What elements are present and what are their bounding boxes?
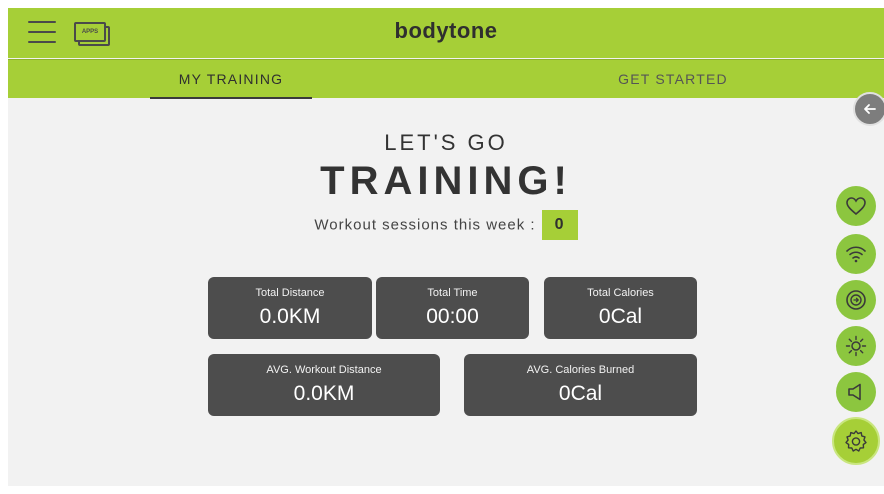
stat-value: 0.0KM bbox=[293, 382, 355, 405]
top-bar: APPS bodytone bbox=[8, 8, 884, 58]
app-frame: APPS bodytone MY TRAINING GET STARTED LE… bbox=[8, 8, 884, 486]
stat-title: Total Distance bbox=[255, 287, 325, 299]
speed-icon[interactable] bbox=[836, 280, 876, 320]
stat-title: AVG. Calories Burned bbox=[526, 364, 635, 376]
sessions-count-badge: 0 bbox=[541, 210, 578, 240]
headline-training: TRAINING! bbox=[320, 159, 572, 203]
stat-card-total-time: Total Time 00:00 bbox=[376, 277, 529, 339]
sessions-label: Workout sessions this week : bbox=[314, 216, 536, 234]
stat-value: 0.0KM bbox=[259, 305, 321, 328]
stat-card-avg-workout-distance: AVG. Workout Distance 0.0KM bbox=[208, 354, 440, 416]
wifi-icon[interactable] bbox=[836, 234, 876, 274]
volume-icon[interactable] bbox=[836, 372, 876, 412]
headline-lets-go: LET'S GO bbox=[384, 130, 508, 155]
stat-value: 0Cal bbox=[598, 305, 643, 328]
heart-icon[interactable] bbox=[836, 186, 876, 226]
stat-card-avg-calories-burned: AVG. Calories Burned 0Cal bbox=[464, 354, 697, 416]
stat-card-total-calories: Total Calories 0Cal bbox=[544, 277, 697, 339]
stat-title: AVG. Workout Distance bbox=[266, 364, 382, 376]
tab-my-training[interactable]: MY TRAINING bbox=[150, 60, 312, 99]
brand-logo: bodytone bbox=[394, 18, 498, 43]
stat-card-total-distance: Total Distance 0.0KM bbox=[208, 277, 372, 339]
stat-title: Total Time bbox=[427, 287, 478, 299]
stat-value: 00:00 bbox=[426, 305, 479, 328]
tab-get-started[interactable]: GET STARTED bbox=[598, 60, 748, 98]
stat-title: Total Calories bbox=[587, 287, 654, 299]
tab-bar: MY TRAINING GET STARTED bbox=[8, 59, 884, 99]
gear-icon[interactable] bbox=[832, 417, 880, 465]
weekly-sessions: Workout sessions this week : 0 bbox=[8, 210, 884, 240]
brightness-icon[interactable] bbox=[836, 326, 876, 366]
stat-value: 0Cal bbox=[558, 382, 603, 405]
back-arrow-icon[interactable] bbox=[853, 92, 884, 126]
